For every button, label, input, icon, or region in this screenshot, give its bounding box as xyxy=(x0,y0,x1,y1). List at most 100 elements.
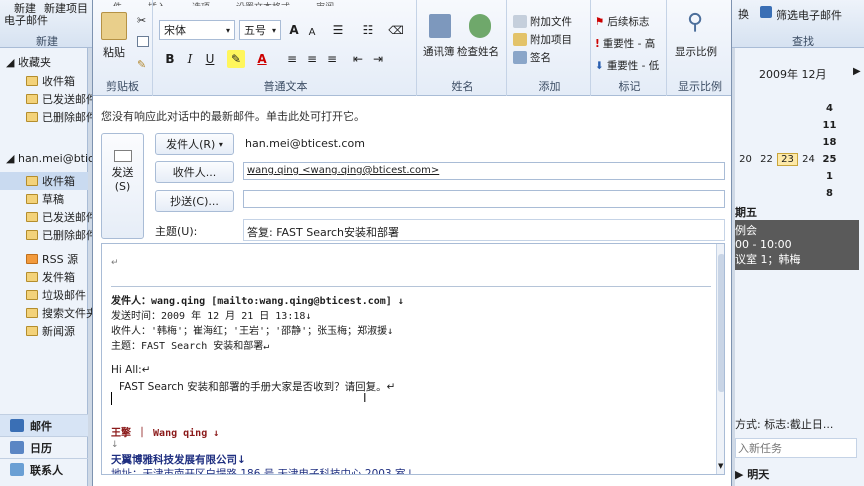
dropdown-arrow-icon: ▾ xyxy=(271,25,276,35)
attach-item-button[interactable]: 附加项目 xyxy=(513,32,572,47)
scroll-thumb[interactable] xyxy=(718,254,724,392)
calendar-day[interactable]: 22 xyxy=(756,154,777,165)
calendar-day[interactable]: 11 xyxy=(819,120,840,131)
send-button[interactable]: 发送 (S) xyxy=(101,133,144,239)
message-body[interactable]: ↵ 发件人：wang.qing [mailto:wang.qing@btices… xyxy=(101,243,725,475)
font-size-combo[interactable]: 五号 ▾ xyxy=(239,20,281,40)
increase-indent-icon[interactable]: ⇥ xyxy=(369,50,387,68)
next-month-arrow-icon[interactable]: ▶ xyxy=(853,66,861,77)
right-top-label: 换 xyxy=(738,8,749,21)
folder-icon xyxy=(26,326,38,336)
check-names-icon[interactable] xyxy=(469,14,491,38)
align-right-icon[interactable]: ≡ xyxy=(323,50,341,68)
paste-icon[interactable] xyxy=(101,12,127,40)
nav-calendar[interactable]: 日历 xyxy=(0,436,88,458)
importance-high-button[interactable]: ! 重要性 - 高 xyxy=(595,36,655,51)
calendar-day[interactable]: 20 xyxy=(735,154,756,165)
italic-icon[interactable]: I xyxy=(181,50,199,68)
magnifier-icon[interactable]: ⚲ xyxy=(687,10,703,35)
new-item-button[interactable]: 新建项目 xyxy=(44,0,88,16)
calendar-day[interactable]: 8 xyxy=(819,188,840,199)
zoom-button[interactable]: 显示比例 xyxy=(675,44,717,59)
quoted-to-line: 收件人：'韩梅'；崔海红；'王岩'；'邵静'；张玉梅；郑淑援↓ xyxy=(111,326,394,337)
paste-button[interactable]: 粘贴 xyxy=(103,44,125,60)
bold-icon[interactable]: B xyxy=(161,50,179,68)
acct-junk[interactable]: 垃圾邮件 xyxy=(0,286,88,304)
folder-icon xyxy=(26,308,38,318)
calendar-day[interactable]: 24 xyxy=(798,154,819,165)
highlight-icon[interactable]: ✎ xyxy=(227,50,245,68)
acct-news[interactable]: 新闻源 xyxy=(0,322,88,340)
align-left-icon[interactable]: ≡ xyxy=(283,50,301,68)
vertical-scrollbar[interactable]: ▼ xyxy=(716,244,724,474)
numbering-icon[interactable]: ☷ xyxy=(359,21,377,39)
copy-icon[interactable] xyxy=(137,36,149,47)
importance-low-button[interactable]: ⬇ 重要性 - 低 xyxy=(595,58,659,73)
info-bar[interactable]: 您没有响应此对话中的最新邮件。单击此处可打开它。 xyxy=(93,106,731,126)
include-group-label: 添加 xyxy=(538,80,561,93)
subject-field[interactable]: 答复: FAST Search安装和部署 xyxy=(243,219,725,241)
calendar-day[interactable]: 4 xyxy=(819,103,840,114)
account-header[interactable]: ◢ han.mei@btice xyxy=(6,152,101,165)
address-book-button[interactable]: 通讯簿 xyxy=(423,44,455,59)
calendar-week-row: 1 xyxy=(735,168,863,185)
cut-icon[interactable]: ✂ xyxy=(137,14,146,27)
underline-icon[interactable]: U xyxy=(201,50,219,68)
from-button[interactable]: 发件人(R) ▾ xyxy=(155,133,234,155)
nav-mail[interactable]: 邮件 xyxy=(0,414,88,436)
tomorrow-group[interactable]: ▶ 明天 xyxy=(735,466,769,482)
bullets-icon[interactable]: ☰ xyxy=(329,21,347,39)
acct-sent[interactable]: 已发送邮件 xyxy=(0,208,97,226)
exclamation-icon: ! xyxy=(595,37,600,50)
tags-group: ⚑ 后续标志 ! 重要性 - 高 ⬇ 重要性 - 低 标记 xyxy=(593,0,667,96)
acct-inbox[interactable]: 收件箱 xyxy=(0,172,88,190)
decrease-indent-icon[interactable]: ⇤ xyxy=(349,50,367,68)
calendar-day[interactable]: 25 xyxy=(819,154,840,165)
to-field[interactable]: wang.qing <wang.qing@bticest.com> xyxy=(243,162,725,180)
mail-icon xyxy=(10,419,24,432)
folder-icon xyxy=(26,112,38,122)
address-book-icon[interactable] xyxy=(429,14,451,38)
acct-drafts[interactable]: 草稿 xyxy=(0,190,88,208)
new-task-input[interactable]: 入新任务 xyxy=(735,438,857,458)
acct-deleted[interactable]: 已删除邮件 xyxy=(0,226,97,244)
check-names-button[interactable]: 检查姓名 xyxy=(457,44,499,59)
reply-separator xyxy=(111,286,711,287)
acct-outbox[interactable]: 发件箱 xyxy=(0,268,88,286)
calendar-day[interactable]: 23 xyxy=(777,153,798,166)
clear-format-icon[interactable]: ⌫ xyxy=(387,21,405,39)
scroll-down-arrow-icon[interactable]: ▼ xyxy=(718,462,723,470)
nav-contacts[interactable]: 联系人 xyxy=(0,458,88,480)
calendar-day[interactable]: 1 xyxy=(819,171,840,182)
signature-button[interactable]: 签名 xyxy=(513,50,551,65)
to-button[interactable]: 收件人... xyxy=(155,161,234,183)
names-group-label: 姓名 xyxy=(451,80,474,93)
format-painter-icon[interactable]: ✎ xyxy=(137,58,146,71)
paperclip-icon xyxy=(513,15,527,28)
fav-inbox[interactable]: 收件箱 xyxy=(0,72,88,90)
calendar-month-title: 2009年 12月 xyxy=(759,68,827,81)
folder-icon xyxy=(26,272,38,282)
grow-font-icon[interactable]: A xyxy=(285,21,303,39)
from-value: han.mei@bticest.com xyxy=(245,137,365,150)
follow-up-button[interactable]: ⚑ 后续标志 xyxy=(595,14,649,29)
fav-sent[interactable]: 已发送邮件 xyxy=(0,90,97,108)
cc-field[interactable] xyxy=(243,190,725,208)
appointment-card[interactable]: 例会 00 - 10:00 议室 1；韩梅 xyxy=(735,220,859,270)
shrink-font-icon[interactable]: A xyxy=(303,23,321,41)
calendar-day[interactable]: 18 xyxy=(819,137,840,148)
favorites-header[interactable]: ◢ 收藏夹 xyxy=(6,54,51,70)
filter-email-button[interactable]: 筛选电子邮件 xyxy=(776,7,842,23)
align-center-icon[interactable]: ≡ xyxy=(303,50,321,68)
zoom-group: ⚲ 显示比例 显示比例 xyxy=(669,0,731,96)
fav-deleted[interactable]: 已删除邮件 xyxy=(0,108,97,126)
tags-group-label: 标记 xyxy=(618,80,641,93)
content-line: FAST Search 安装和部署的手册大家是否收到？请回复。↵ xyxy=(119,381,396,393)
acct-rss[interactable]: RSS 源 xyxy=(0,250,88,268)
attach-file-button[interactable]: 附加文件 xyxy=(513,14,572,29)
font-name-combo[interactable]: 宋体 ▾ xyxy=(159,20,235,40)
cc-button[interactable]: 抄送(C)... xyxy=(155,190,234,212)
paragraph-mark: ↵ xyxy=(111,258,119,268)
acct-search-folders[interactable]: 搜索文件夹 xyxy=(0,304,97,322)
font-color-icon[interactable]: A xyxy=(253,50,271,68)
